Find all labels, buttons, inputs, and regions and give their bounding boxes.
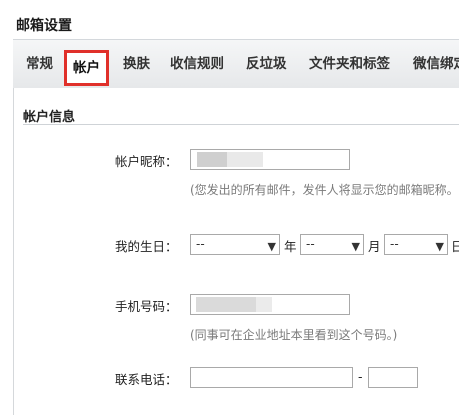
chevron-down-icon: ▼ — [267, 240, 276, 253]
birth-month-value: -- — [306, 237, 315, 251]
chevron-down-icon: ▼ — [351, 240, 360, 253]
birth-day-unit: 日 — [451, 239, 459, 254]
redacted-mobile — [196, 297, 256, 312]
redacted-nickname — [197, 152, 227, 167]
tab-receive-rules[interactable]: 收信规则 — [170, 40, 224, 88]
tab-account[interactable]: 帐户 — [64, 50, 109, 86]
tab-wechat-binding[interactable]: 微信绑定 — [413, 40, 459, 88]
birth-month-select[interactable]: -- ▼ — [300, 234, 364, 255]
phone-label: 联系电话： — [115, 372, 178, 387]
mobile-label: 手机号码： — [115, 299, 178, 314]
phone-number-input[interactable] — [190, 367, 353, 388]
birthday-label: 我的生日： — [115, 239, 178, 254]
nickname-label: 帐户昵称： — [115, 154, 178, 169]
tab-anti-spam[interactable]: 反垃圾 — [246, 40, 287, 88]
nickname-hint: (您发出的所有邮件，发件人将显示您的邮箱昵称。 — [190, 183, 459, 197]
phone-separator: - — [358, 369, 363, 384]
page-title: 邮箱设置 — [16, 18, 72, 34]
settings-tabbar: 常规 帐户 换肤 收信规则 反垃圾 文件夹和标签 微信绑定 — [13, 39, 459, 89]
redacted-nickname — [227, 152, 263, 167]
tab-skin[interactable]: 换肤 — [123, 40, 150, 88]
birth-month-unit: 月 — [368, 239, 381, 254]
section-divider — [23, 124, 459, 125]
birth-year-select[interactable]: -- ▼ — [190, 234, 280, 255]
birth-year-unit: 年 — [284, 239, 297, 254]
birth-day-select[interactable]: -- ▼ — [384, 234, 448, 255]
phone-extension-input[interactable] — [368, 367, 418, 388]
birth-year-value: -- — [196, 237, 205, 251]
redacted-mobile — [256, 297, 272, 312]
mobile-hint: (同事可在企业地址本里看到这个号码。) — [190, 328, 398, 342]
tab-general[interactable]: 常规 — [26, 40, 53, 88]
chevron-down-icon: ▼ — [435, 240, 444, 253]
section-title: 帐户信息 — [23, 110, 76, 125]
tab-folders-labels[interactable]: 文件夹和标签 — [309, 40, 390, 88]
birth-day-value: -- — [390, 237, 399, 251]
